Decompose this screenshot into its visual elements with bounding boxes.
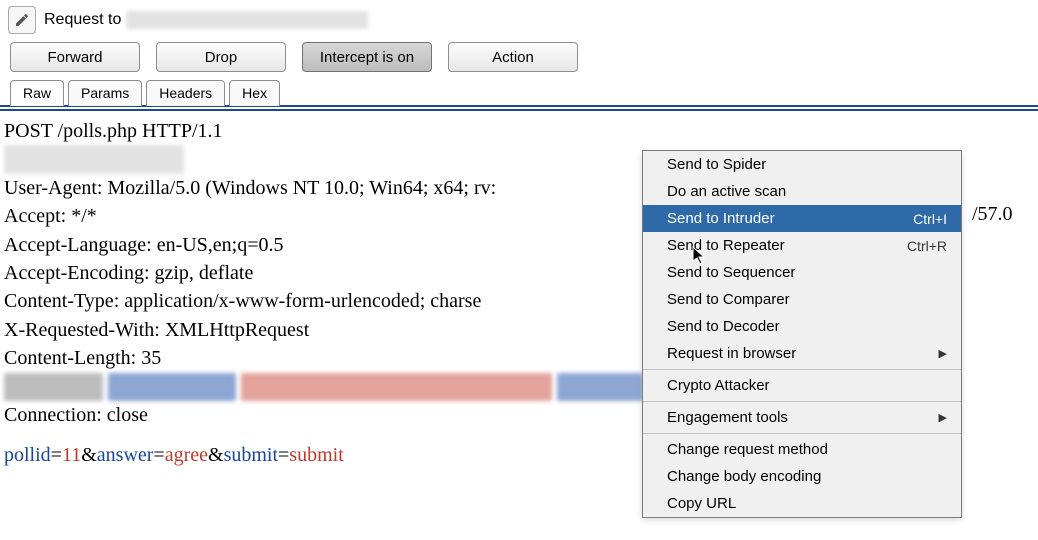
request-to-prefix: Request to [44, 11, 121, 28]
context-menu: Send to Spider Do an active scan Send to I… [642, 150, 962, 518]
context-menu-shortcut: Ctrl+I [913, 211, 947, 227]
context-menu-item-label: Change body encoding [667, 468, 821, 485]
context-menu-separator [643, 433, 961, 434]
context-menu-item-label: Copy URL [667, 495, 736, 512]
body-val-submit: submit [289, 444, 343, 466]
context-menu-item-send-to-intruder[interactable]: Send to Intruder Ctrl+I [643, 205, 961, 232]
context-menu-item-label: Request in browser [667, 345, 796, 362]
user-agent-suffix: /57.0 [972, 203, 1013, 226]
context-menu-item-engagement-tools[interactable]: Engagement tools ▶ [643, 404, 961, 431]
request-to-label: Request to ████████████ [██ ██ █ ██] [44, 11, 368, 29]
context-menu-separator [643, 369, 961, 370]
eq3: = [278, 444, 289, 466]
context-menu-item-label: Send to Intruder [667, 210, 775, 227]
tab-raw[interactable]: Raw [10, 80, 64, 106]
context-menu-item-send-to-spider[interactable]: Send to Spider [643, 151, 961, 178]
context-menu-item-send-to-comparer[interactable]: Send to Comparer [643, 286, 961, 313]
tab-hex[interactable]: Hex [229, 80, 280, 106]
body-key-pollid: pollid [4, 444, 51, 466]
context-menu-separator [643, 401, 961, 402]
intercept-toggle-button[interactable]: Intercept is on [302, 42, 432, 72]
action-button[interactable]: Action [448, 42, 578, 72]
request-header: Request to ████████████ [██ ██ █ ██] [0, 0, 1038, 38]
context-menu-item-label: Send to Spider [667, 156, 766, 173]
extra-red-3: ██████████████████████ [241, 373, 553, 401]
host-header-redacted-text: ████ ██████ ██ [4, 145, 184, 173]
body-key-answer: answer [97, 444, 154, 466]
context-menu-item-label: Crypto Attacker [667, 377, 770, 394]
context-menu-item-do-an-active-scan[interactable]: Do an active scan [643, 178, 961, 205]
amp2: & [208, 444, 224, 466]
forward-button[interactable]: Forward [10, 42, 140, 72]
context-menu-item-change-body-encoding[interactable]: Change body encoding [643, 463, 961, 490]
context-menu-item-send-to-repeater[interactable]: Send to Repeater Ctrl+R [643, 232, 961, 259]
context-menu-item-label: Change request method [667, 441, 828, 458]
request-target-redacted: ████████████ [██ ██ █ ██] [126, 11, 368, 29]
eq2: = [153, 444, 164, 466]
body-key-submit: submit [224, 444, 278, 466]
tab-headers[interactable]: Headers [146, 80, 225, 106]
extra-red-2: █████████ [108, 373, 236, 401]
request-line: POST /polls.php HTTP/1.1 [4, 117, 1034, 145]
submenu-arrow-icon: ▶ [939, 411, 947, 424]
context-menu-item-change-request-method[interactable]: Change request method [643, 436, 961, 463]
context-menu-item-label: Do an active scan [667, 183, 786, 200]
eq1: = [51, 444, 62, 466]
context-menu-item-label: Send to Decoder [667, 318, 780, 335]
body-val-pollid: 11 [62, 444, 81, 466]
drop-button[interactable]: Drop [156, 42, 286, 72]
submenu-arrow-icon: ▶ [939, 347, 947, 360]
context-menu-item-label: Send to Sequencer [667, 264, 795, 281]
context-menu-item-label: Engagement tools [667, 409, 788, 426]
context-menu-item-label: Send to Repeater [667, 237, 785, 254]
context-menu-item-crypto-attacker[interactable]: Crypto Attacker [643, 372, 961, 399]
body-val-answer: agree [165, 444, 208, 466]
extra-red-4: ██████ [557, 373, 642, 401]
edit-icon[interactable] [8, 6, 36, 34]
toolbar: Forward Drop Intercept is on Action [0, 38, 1038, 80]
context-menu-item-send-to-decoder[interactable]: Send to Decoder [643, 313, 961, 340]
tab-params[interactable]: Params [68, 80, 142, 106]
extra-red-1: ███████ [4, 373, 103, 401]
context-menu-item-copy-url[interactable]: Copy URL [643, 490, 961, 517]
message-view-tabs: Raw Params Headers Hex [0, 80, 1038, 106]
amp1: & [81, 444, 97, 466]
context-menu-item-label: Send to Comparer [667, 291, 790, 308]
context-menu-item-request-in-browser[interactable]: Request in browser ▶ [643, 340, 961, 367]
context-menu-item-send-to-sequencer[interactable]: Send to Sequencer [643, 259, 961, 286]
context-menu-shortcut: Ctrl+R [907, 238, 947, 254]
